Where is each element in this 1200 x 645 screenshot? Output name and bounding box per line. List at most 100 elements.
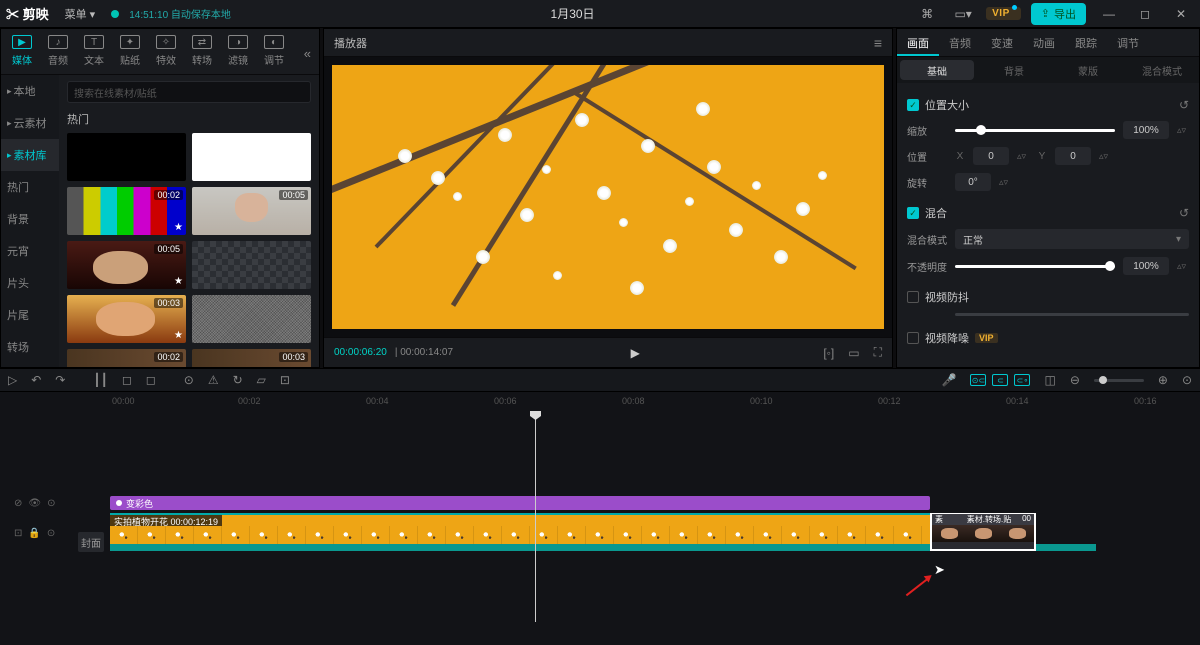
- clip-audio-tail[interactable]: [1036, 544, 1096, 551]
- thumbnail[interactable]: 00:03: [192, 349, 311, 367]
- sidebar-item-jumpcut[interactable]: 剪跳动画: [1, 363, 59, 367]
- magnet-link-icon[interactable]: ⊂∘: [1014, 374, 1030, 386]
- delete-left-icon[interactable]: ◻: [122, 373, 132, 387]
- stabilize-slider[interactable]: [955, 313, 1189, 316]
- stepper-icon[interactable]: ▵▿: [999, 177, 1011, 188]
- scale-slider[interactable]: [955, 129, 1115, 132]
- export-button[interactable]: ⇪导出: [1031, 3, 1086, 25]
- thumbnail[interactable]: [192, 241, 311, 289]
- mic-icon[interactable]: 🎤: [942, 373, 957, 387]
- stepper-icon[interactable]: ▵▿: [1177, 261, 1189, 272]
- tab-media[interactable]: ▶媒体: [5, 33, 39, 67]
- tab-sticker[interactable]: ✦贴纸: [113, 33, 147, 67]
- freeze-icon[interactable]: ⊡: [280, 373, 290, 387]
- playhead-handle-icon[interactable]: [530, 411, 541, 420]
- crop-icon[interactable]: ▱: [257, 373, 266, 387]
- cover-button[interactable]: 封面: [78, 532, 104, 552]
- stepper-icon[interactable]: ▵▿: [1177, 125, 1189, 136]
- undo-icon[interactable]: ↶: [31, 373, 41, 387]
- tab-text[interactable]: T文本: [77, 33, 111, 67]
- checkbox-on-icon[interactable]: ✓: [907, 207, 919, 219]
- rotate-icon[interactable]: ↻: [233, 373, 243, 387]
- rotation-value[interactable]: 0°: [955, 173, 991, 191]
- maximize-button[interactable]: ◻: [1132, 7, 1158, 21]
- sidebar-item-library[interactable]: ▸素材库: [1, 139, 59, 171]
- subtab-basic[interactable]: 基础: [900, 60, 974, 80]
- scale-fit-icon[interactable]: [◦]: [823, 346, 834, 360]
- tab-picture[interactable]: 画面: [897, 29, 939, 56]
- subtab-mask[interactable]: 蒙版: [1051, 57, 1125, 83]
- tab-audio[interactable]: 音频: [939, 29, 981, 56]
- checkbox-off-icon[interactable]: [907, 291, 919, 303]
- zoom-out-icon[interactable]: ⊖: [1070, 373, 1080, 387]
- zoom-fit-icon[interactable]: ⊙: [1182, 373, 1192, 387]
- shortcut-icon[interactable]: ⌘: [914, 7, 940, 21]
- video-clip-1[interactable]: 实拍植物开花 00:00:12:19: [110, 513, 930, 551]
- preview-mode-icon[interactable]: ◫: [1044, 373, 1055, 387]
- vip-badge[interactable]: VIP: [986, 7, 1021, 20]
- scale-value[interactable]: 100%: [1123, 121, 1169, 139]
- magnet-main-icon[interactable]: ⊙⊂: [970, 374, 986, 386]
- thumbnail[interactable]: 00:05: [192, 187, 311, 235]
- tab-transition[interactable]: ⇄转场: [185, 33, 219, 67]
- checkbox-on-icon[interactable]: ✓: [907, 99, 919, 111]
- magnet-track-icon[interactable]: ⊂: [992, 374, 1008, 386]
- fullscreen-icon[interactable]: ⛶: [874, 345, 882, 360]
- tab-color[interactable]: 调节: [1107, 29, 1149, 56]
- delete-right-icon[interactable]: ◻: [146, 373, 156, 387]
- pos-y-value[interactable]: 0: [1055, 147, 1091, 165]
- pos-x-value[interactable]: 0: [973, 147, 1009, 165]
- thumbnail[interactable]: 00:03★: [67, 295, 186, 343]
- select-tool-icon[interactable]: ▷: [8, 373, 17, 387]
- sidebar-item-bg[interactable]: 背景: [1, 203, 59, 235]
- video-clip-2[interactable]: 素材.mp4素材.转场.贴纸拉大呀00: [930, 513, 1036, 551]
- tab-adjust[interactable]: ◐调节: [257, 33, 291, 67]
- track-toggle-video[interactable]: ⊡🔒⊙: [14, 528, 55, 539]
- sidebar-item-trans[interactable]: 转场: [1, 331, 59, 363]
- timeline[interactable]: 00:00 00:02 00:04 00:06 00:08 00:10 00:1…: [0, 392, 1200, 645]
- thumbnail[interactable]: 00:05★: [67, 241, 186, 289]
- playhead[interactable]: [535, 412, 536, 622]
- opacity-slider[interactable]: [955, 265, 1115, 268]
- reset-icon[interactable]: ↺: [1179, 98, 1189, 112]
- subtab-blend[interactable]: 混合模式: [1125, 57, 1199, 83]
- blend-mode-select[interactable]: 正常▾: [955, 229, 1189, 249]
- redo-icon[interactable]: ↷: [55, 373, 65, 387]
- search-input[interactable]: 搜索在线素材/贴纸: [67, 81, 311, 103]
- main-menu[interactable]: 菜单 ▾: [59, 4, 102, 24]
- thumbnail[interactable]: [67, 133, 186, 181]
- thumbnail[interactable]: [192, 295, 311, 343]
- subtab-bg[interactable]: 背景: [977, 57, 1051, 83]
- zoom-slider[interactable]: [1094, 379, 1144, 382]
- thumbnail[interactable]: 00:02★: [67, 187, 186, 235]
- sidebar-item-intro[interactable]: 片头: [1, 267, 59, 299]
- adjust-clip[interactable]: 变彩色: [110, 496, 930, 510]
- sidebar-item-lantern[interactable]: 元宵: [1, 235, 59, 267]
- sidebar-item-outro[interactable]: 片尾: [1, 299, 59, 331]
- preview-viewport[interactable]: [324, 57, 892, 337]
- sidebar-item-hot[interactable]: 热门: [1, 171, 59, 203]
- thumbnail[interactable]: [192, 133, 311, 181]
- minimize-button[interactable]: —: [1096, 7, 1122, 21]
- opacity-value[interactable]: 100%: [1123, 257, 1169, 275]
- ratio-icon[interactable]: ▭: [848, 346, 859, 360]
- tab-anim[interactable]: 动画: [1023, 29, 1065, 56]
- tab-audio[interactable]: ♪音频: [41, 33, 75, 67]
- thumbnail[interactable]: 00:02: [67, 349, 186, 367]
- stepper-icon[interactable]: ▵▿: [1017, 151, 1029, 162]
- tab-filter[interactable]: ◑滤镜: [221, 33, 255, 67]
- tab-track[interactable]: 跟踪: [1065, 29, 1107, 56]
- split-icon[interactable]: ┃┃: [93, 373, 107, 387]
- track-toggle-adjust[interactable]: ⊘👁⊙: [14, 498, 55, 509]
- layout-icon[interactable]: ▭▾: [950, 7, 976, 21]
- sidebar-item-local[interactable]: ▸本地: [1, 75, 59, 107]
- mirror-icon[interactable]: ⚠: [208, 373, 219, 387]
- player-menu-icon[interactable]: ≡: [874, 35, 882, 51]
- collapse-icon[interactable]: «: [304, 46, 315, 61]
- play-button[interactable]: ▶: [631, 346, 640, 360]
- tab-speed[interactable]: 变速: [981, 29, 1023, 56]
- close-button[interactable]: ✕: [1168, 7, 1194, 21]
- time-ruler[interactable]: 00:00 00:02 00:04 00:06 00:08 00:10 00:1…: [78, 392, 1200, 412]
- zoom-in-icon[interactable]: ⊕: [1158, 373, 1168, 387]
- stepper-icon[interactable]: ▵▿: [1099, 151, 1111, 162]
